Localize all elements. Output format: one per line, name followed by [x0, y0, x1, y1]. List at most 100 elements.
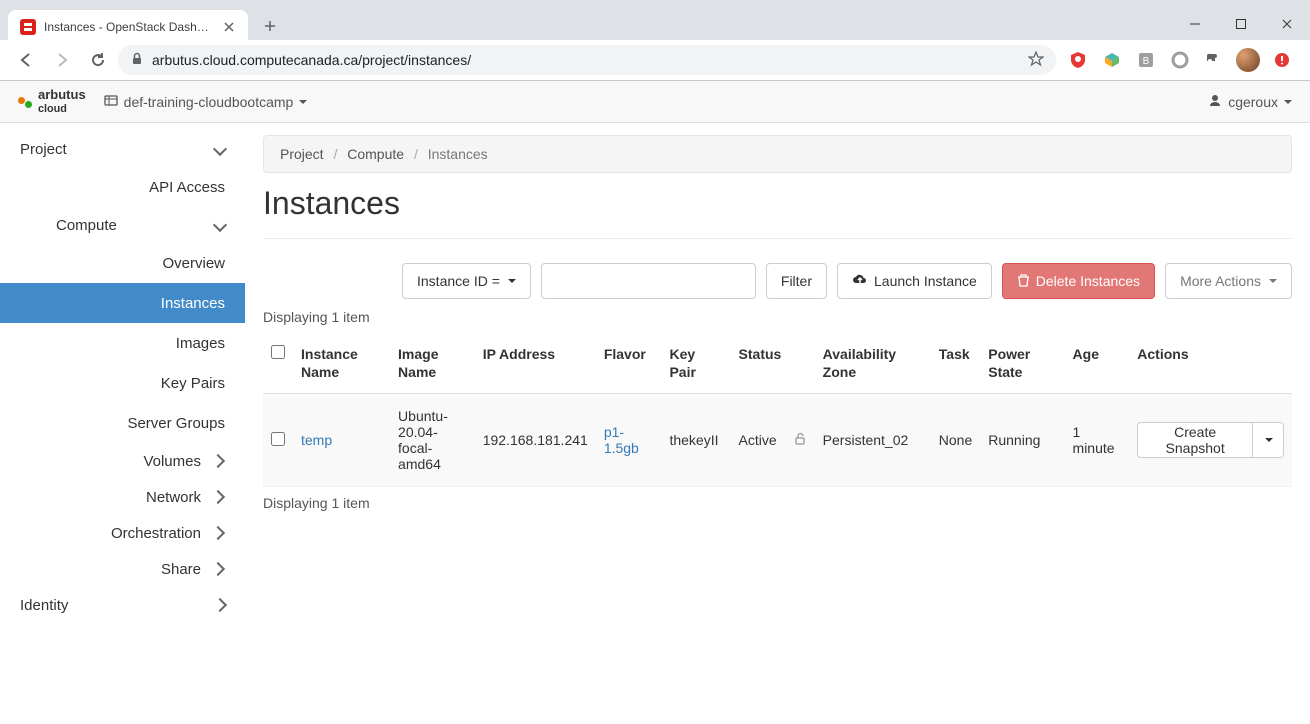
extension-icon-red-circle[interactable] [1270, 48, 1294, 72]
chevron-right-icon [213, 489, 223, 506]
brand-name: arbutus [38, 87, 86, 102]
sidebar-item-server-groups[interactable]: Server Groups [0, 403, 245, 443]
chevron-right-icon [213, 453, 223, 470]
col-az[interactable]: Availability Zone [815, 333, 931, 394]
bookmark-star-icon[interactable] [1028, 51, 1044, 70]
filter-field-label: Instance ID = [417, 273, 500, 289]
profile-avatar[interactable] [1236, 48, 1260, 72]
launch-instance-button[interactable]: Launch Instance [837, 263, 992, 299]
extension-icon-red-shield[interactable] [1066, 48, 1090, 72]
flavor-link[interactable]: p1-1.5gb [604, 424, 639, 456]
tab-close-icon[interactable] [222, 20, 236, 34]
sidebar-item-network[interactable]: Network [0, 479, 245, 515]
extensions-puzzle-icon[interactable] [1202, 48, 1226, 72]
col-status[interactable]: Status [731, 333, 815, 394]
row-checkbox[interactable] [271, 432, 285, 446]
breadcrumb-compute[interactable]: Compute [347, 146, 404, 162]
chevron-down-icon [215, 217, 225, 234]
sidebar-label: API Access [149, 179, 225, 196]
sidebar-item-overview[interactable]: Overview [0, 243, 245, 283]
col-image-name[interactable]: Image Name [390, 333, 475, 394]
sidebar-label: Compute [56, 217, 117, 234]
table-row: temp Ubuntu-20.04-focal-amd64 192.168.18… [263, 394, 1292, 487]
lock-icon [130, 52, 144, 69]
sidebar-label: Network [146, 489, 201, 506]
minimize-button[interactable] [1172, 8, 1218, 40]
url-bar[interactable]: arbutus.cloud.computecanada.ca/project/i… [118, 45, 1056, 75]
filter-button[interactable]: Filter [766, 263, 827, 299]
extension-icons: B [1060, 48, 1300, 72]
sidebar-label: Instances [161, 295, 225, 312]
extension-icon-circle[interactable] [1168, 48, 1192, 72]
unlock-icon[interactable] [785, 394, 815, 487]
user-menu[interactable]: cgeroux [1208, 93, 1292, 110]
brand-sub: cloud [38, 103, 67, 115]
url-text: arbutus.cloud.computecanada.ca/project/i… [152, 52, 1020, 68]
instance-name-link[interactable]: temp [301, 432, 332, 448]
cell-status: Active [731, 394, 785, 487]
back-button[interactable] [10, 44, 42, 76]
col-age[interactable]: Age [1065, 333, 1130, 394]
sidebar-item-project[interactable]: Project [0, 131, 245, 167]
project-selector[interactable]: def-training-cloudbootcamp [104, 93, 308, 110]
displaying-count-top: Displaying 1 item [263, 309, 1292, 325]
sidebar-label: Overview [162, 255, 225, 272]
window-controls [1172, 8, 1310, 40]
cell-ip: 192.168.181.241 [475, 394, 596, 487]
filter-field-select[interactable]: Instance ID = [402, 263, 531, 299]
cell-az: Persistent_02 [815, 394, 931, 487]
col-flavor[interactable]: Flavor [596, 333, 662, 394]
sidebar-item-key-pairs[interactable]: Key Pairs [0, 363, 245, 403]
reload-button[interactable] [82, 44, 114, 76]
breadcrumb-project[interactable]: Project [280, 146, 324, 162]
select-all-checkbox[interactable] [271, 345, 285, 359]
sidebar-item-share[interactable]: Share [0, 551, 245, 587]
cell-power: Running [980, 394, 1064, 487]
sidebar-item-identity[interactable]: Identity [0, 587, 245, 623]
caret-down-icon [1265, 438, 1273, 442]
extension-icon-b[interactable]: B [1134, 48, 1158, 72]
close-window-button[interactable] [1264, 8, 1310, 40]
col-ip[interactable]: IP Address [475, 333, 596, 394]
col-task[interactable]: Task [931, 333, 980, 394]
col-key-pair[interactable]: Key Pair [661, 333, 730, 394]
chevron-down-icon [215, 141, 225, 158]
browser-chrome: Instances - OpenStack Dashboard arbutus.… [0, 0, 1310, 81]
more-label: More Actions [1180, 273, 1261, 289]
sidebar-item-orchestration[interactable]: Orchestration [0, 515, 245, 551]
maximize-button[interactable] [1218, 8, 1264, 40]
extension-icon-cube[interactable] [1100, 48, 1124, 72]
sidebar-item-instances[interactable]: Instances [0, 283, 245, 323]
svg-text:B: B [1143, 56, 1150, 67]
row-action-more[interactable] [1253, 422, 1284, 458]
caret-down-icon [1284, 100, 1292, 104]
chevron-right-icon [215, 597, 225, 614]
address-bar-row: arbutus.cloud.computecanada.ca/project/i… [0, 40, 1310, 80]
sidebar-label: Server Groups [127, 415, 225, 432]
new-tab-button[interactable] [256, 12, 284, 40]
sidebar-item-compute[interactable]: Compute [0, 207, 245, 243]
row-action-split: Create Snapshot [1137, 422, 1284, 458]
logo-mark-icon [18, 94, 32, 108]
forward-button[interactable] [46, 44, 78, 76]
sidebar-item-api-access[interactable]: API Access [0, 167, 245, 207]
more-actions-button[interactable]: More Actions [1165, 263, 1292, 299]
breadcrumb: Project / Compute / Instances [263, 135, 1292, 173]
col-instance-name[interactable]: Instance Name [293, 333, 390, 394]
filter-input[interactable] [541, 263, 756, 299]
sidebar-label: Orchestration [111, 525, 201, 542]
sidebar-item-volumes[interactable]: Volumes [0, 443, 245, 479]
breadcrumb-current: Instances [428, 146, 488, 162]
arbutus-logo[interactable]: arbutus cloud [18, 88, 86, 115]
cell-age: 1 minute [1065, 394, 1130, 487]
col-actions: Actions [1129, 333, 1292, 394]
col-power[interactable]: Power State [980, 333, 1064, 394]
browser-tab[interactable]: Instances - OpenStack Dashboard [8, 10, 248, 44]
sidebar-item-images[interactable]: Images [0, 323, 245, 363]
trash-icon [1017, 273, 1030, 290]
create-snapshot-button[interactable]: Create Snapshot [1137, 422, 1253, 458]
delete-instances-button[interactable]: Delete Instances [1002, 263, 1155, 299]
sidebar-label: Volumes [143, 453, 201, 470]
app-topbar: arbutus cloud def-training-cloudbootcamp… [0, 81, 1310, 123]
caret-down-icon [508, 279, 516, 283]
